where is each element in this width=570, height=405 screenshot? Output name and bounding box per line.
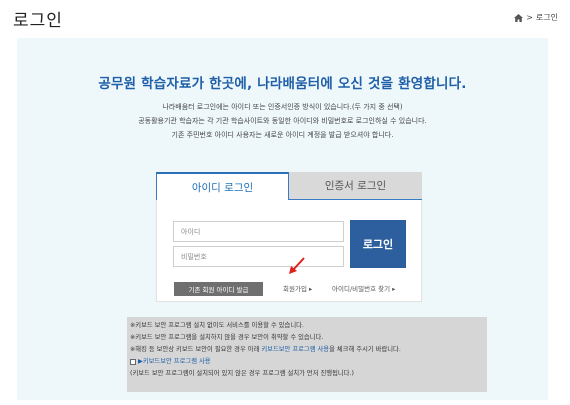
notice-line-5: (키보드 보안 프로그램이 설치되어 있지 않은 경우 프로그램 설치가 먼저 …	[130, 370, 354, 377]
login-tabs: 아이디 로그인 인증서 로그인	[156, 172, 422, 200]
login-form: 로그인 기존 회원 아이디 발급 회원가입 ▸ 아이디/비밀번호 찾기 ▸	[156, 200, 422, 302]
breadcrumb-current[interactable]: 로그인	[536, 12, 558, 23]
tab-id-login[interactable]: 아이디 로그인	[156, 172, 289, 200]
id-input[interactable]	[173, 221, 344, 242]
chevron-right-icon: ▸	[392, 285, 396, 293]
signup-label: 회원가입	[283, 285, 307, 293]
chevron-right-icon: ▸	[309, 285, 313, 293]
notice-line-1: ※키보드 보안 프로그램 설치 없이도 서비스를 이용할 수 있습니다.	[130, 322, 304, 329]
login-button[interactable]: 로그인	[350, 220, 406, 268]
keyboard-security-notice: ※키보드 보안 프로그램 설치 없이도 서비스를 이용할 수 있습니다. ※키보…	[127, 317, 487, 392]
issue-id-button[interactable]: 기존 회원 아이디 발급	[174, 282, 263, 296]
home-icon[interactable]	[514, 13, 524, 22]
signup-link[interactable]: 회원가입 ▸	[283, 283, 312, 293]
keyboard-security-option: ▶키보드보안 프로그램 사용	[130, 356, 484, 368]
breadcrumb-separator: >	[526, 13, 533, 22]
notice-line-3: ※해킹 등 보안상 키보드 보안이 필요한 경우 아래 키보드보안 프로그램 사…	[130, 346, 401, 353]
breadcrumb: > 로그인	[514, 12, 558, 23]
info-text-1: 나라배움터 로그인에는 아이디 또는 인증서인증 방식이 있습니다.(두 가지 …	[162, 103, 403, 111]
red-arrow-icon	[289, 257, 305, 274]
keyboard-security-checkbox-label[interactable]: ▶키보드보안 프로그램 사용	[138, 356, 211, 368]
keyboard-security-checkbox[interactable]	[130, 359, 136, 365]
keyboard-security-link: 키보드보안 프로그램 사용	[261, 346, 330, 353]
find-account-link[interactable]: 아이디/비밀번호 찾기 ▸	[332, 283, 395, 293]
page-title: 로그인	[13, 11, 63, 31]
notice-line-2: ※키보드 보안 프로그램을 설치하지 않을 경우 보안이 취약할 수 있습니다.	[130, 334, 324, 341]
info-text-3: 기존 주민번호 아이디 사용자는 새로운 아이디 계정을 발급 받으셔야 합니다…	[171, 131, 394, 139]
find-account-label: 아이디/비밀번호 찾기	[332, 285, 391, 293]
password-input[interactable]	[173, 246, 344, 267]
info-text-2: 공동활용기관 학습자는 각 기관 학습사이트와 동일한 아이디와 비밀번호로 로…	[138, 117, 427, 125]
tab-cert-login[interactable]: 인증서 로그인	[289, 172, 422, 200]
welcome-headline: 공무원 학습자료가 한곳에, 나라배움터에 오신 것을 환영합니다.	[98, 76, 467, 92]
